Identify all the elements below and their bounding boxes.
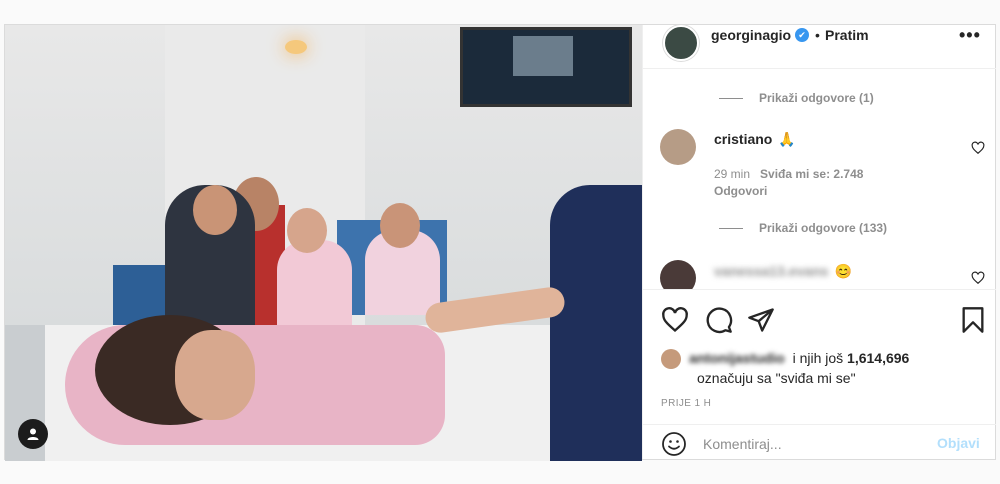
show-replies-button[interactable]: Prikaži odgovore (133) [719, 221, 887, 235]
post-header: georginagio ✔ • Pratim ••• [643, 25, 996, 69]
likes-summary-line2: označuju sa "sviđa mi se" [697, 370, 856, 386]
photo-monitor [460, 27, 632, 107]
user-tag-icon [27, 428, 39, 440]
replies-line [719, 97, 743, 99]
post-actions: antonijastudio i njih još 1,614,696 ozna… [643, 289, 996, 461]
post-frame: georginagio ✔ • Pratim ••• Prikaži odgov… [4, 24, 996, 461]
header-separator: • [815, 27, 820, 43]
emoji-icon[interactable] [661, 431, 687, 457]
post-sidebar: georginagio ✔ • Pratim ••• Prikaži odgov… [642, 25, 996, 461]
photo-child [277, 240, 352, 335]
comment-like-icon[interactable] [971, 141, 985, 155]
post-photo[interactable] [5, 25, 642, 461]
likes-text: i njih još [792, 350, 844, 366]
comment-time: 29 min [714, 167, 751, 181]
photo-doctor [550, 185, 642, 461]
likes-summary: antonijastudio i njih još 1,614,696 [689, 350, 909, 366]
author-avatar[interactable] [663, 25, 699, 61]
comment-text: 😊 [834, 263, 852, 279]
photo-monitor-image [513, 36, 573, 76]
author-username[interactable]: georginagio [711, 27, 791, 43]
photo-patient-face [175, 330, 255, 420]
post-comment-button[interactable]: Objavi [937, 435, 980, 451]
verified-badge-icon: ✔ [795, 28, 809, 42]
post-date[interactable]: PRIJE 1 H [661, 398, 711, 409]
comment-input[interactable] [703, 432, 923, 456]
commenter-username[interactable]: cristiano [714, 131, 772, 147]
bookmark-icon[interactable] [959, 306, 987, 334]
liker-avatar[interactable] [661, 349, 681, 369]
commenter-username[interactable]: vanessa13.evans [714, 263, 828, 279]
show-replies-label: Prikaži odgovore (1) [759, 91, 874, 105]
photo-child-head [380, 203, 420, 248]
share-icon[interactable] [747, 306, 775, 334]
comment-item: cristiano 🙏 [714, 131, 796, 148]
following-button[interactable]: Pratim [825, 27, 869, 43]
comment-form: Objavi [643, 424, 996, 462]
comments-list[interactable]: Prikaži odgovore (1) cristiano 🙏 29 min Sv… [643, 69, 996, 289]
user-tag-button[interactable] [18, 419, 48, 449]
show-replies-button[interactable]: Prikaži odgovore (1) [719, 91, 874, 105]
photo-child-head [287, 208, 327, 253]
show-replies-label: Prikaži odgovore (133) [759, 221, 888, 235]
liker-username[interactable]: antonijastudio [689, 350, 785, 366]
comment-likes-count[interactable]: Sviđa mi se: 2.748 [760, 167, 863, 181]
comment-like-icon[interactable] [971, 271, 985, 285]
commenter-avatar[interactable] [660, 260, 696, 289]
comment-meta: 29 min Sviđa mi se: 2.748 [714, 167, 863, 181]
more-options-icon[interactable]: ••• [959, 25, 981, 46]
comment-item: vanessa13.evans 😊 [714, 263, 852, 280]
photo-child-head [193, 185, 237, 235]
reply-button[interactable]: Odgovori [714, 184, 767, 198]
likes-count[interactable]: 1,614,696 [847, 350, 909, 366]
commenter-avatar[interactable] [660, 129, 696, 165]
comment-text: 🙏 [778, 131, 796, 147]
replies-line [719, 227, 743, 229]
heart-icon[interactable] [661, 306, 689, 334]
comment-icon[interactable] [705, 306, 733, 334]
photo-lamp [285, 40, 307, 54]
